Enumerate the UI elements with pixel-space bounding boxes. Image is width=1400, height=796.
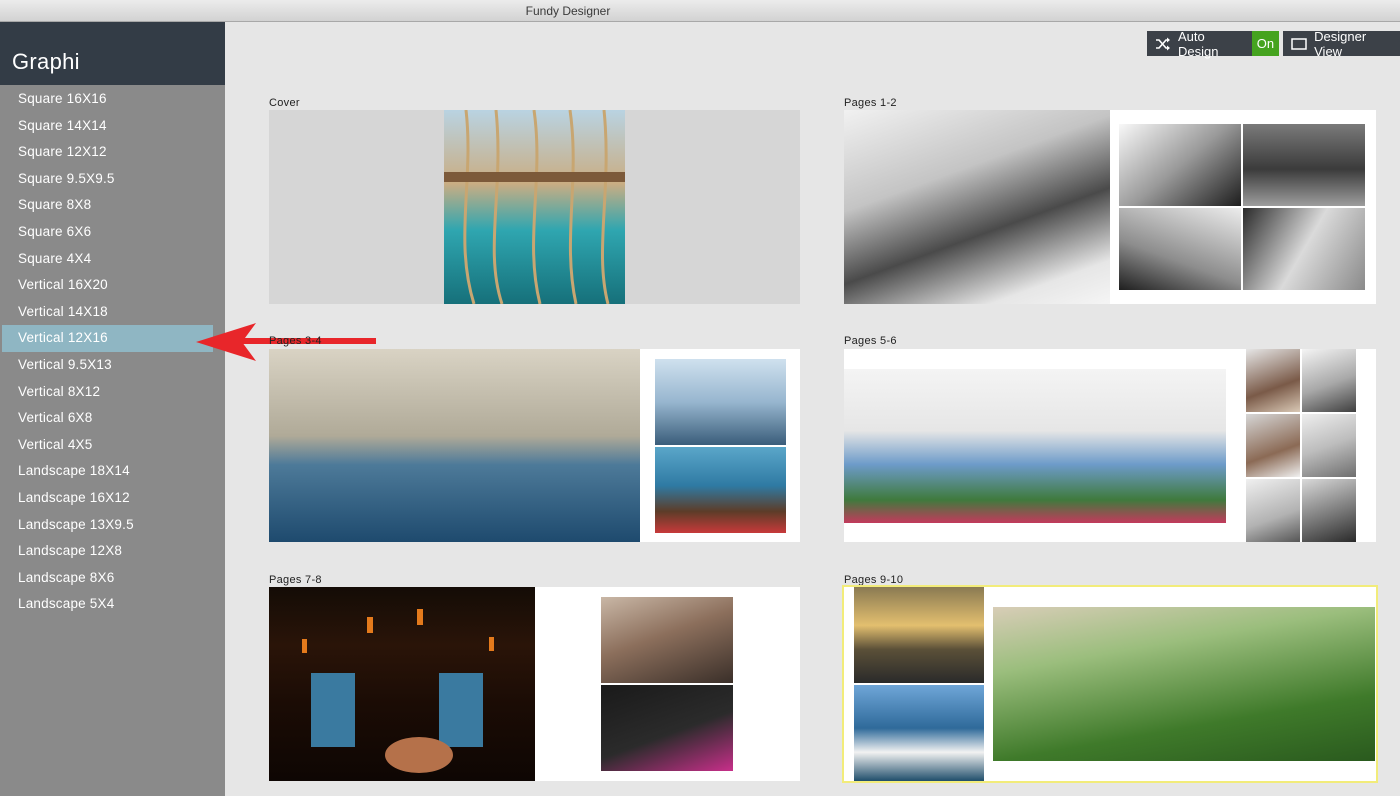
size-item-square-4x4[interactable]: Square 4X4 (2, 246, 213, 273)
photo-couple-deck[interactable] (655, 359, 786, 445)
spread-pages-7-8[interactable] (269, 587, 800, 781)
photo-kids-helm[interactable] (655, 447, 786, 533)
size-item-vertical-16x20[interactable]: Vertical 16X20 (2, 272, 213, 299)
photo-detail-3[interactable] (1246, 414, 1300, 477)
photo-bw-3[interactable] (1119, 208, 1241, 290)
size-item-square-12x12[interactable]: Square 12X12 (2, 139, 213, 166)
spread-label-pages-1-2: Pages 1-2 (844, 97, 897, 109)
size-item-vertical-4x5[interactable]: Vertical 4X5 (2, 432, 213, 459)
album-size-sidebar: Graphi Square 16X16 Square 14X14 Square … (0, 22, 225, 796)
size-item-square-6x6[interactable]: Square 6X6 (2, 219, 213, 246)
monitor-icon (1291, 37, 1307, 50)
photo-man-bow[interactable] (854, 685, 984, 781)
size-item-square-9.5x9.5[interactable]: Square 9.5X9.5 (2, 166, 213, 193)
sidebar-title: Graphi (0, 22, 225, 85)
window-titlebar: Fundy Designer (0, 0, 1400, 22)
spread-label-pages-9-10: Pages 9-10 (844, 574, 904, 586)
photo-detail-5[interactable] (1246, 479, 1300, 542)
photo-father-child[interactable] (844, 110, 1110, 304)
room-windows (302, 609, 494, 773)
size-item-landscape-13x9.5[interactable]: Landscape 13X9.5 (2, 512, 213, 539)
rope-lines (444, 110, 625, 304)
spread-label-pages-7-8: Pages 7-8 (269, 574, 322, 586)
spread-pages-1-2[interactable] (844, 110, 1376, 304)
designer-view-label: Designer View (1314, 28, 1367, 59)
photo-pirate-fabric[interactable] (601, 685, 733, 771)
size-item-vertical-9.5x13[interactable]: Vertical 9.5X13 (2, 352, 213, 379)
photo-detail-2[interactable] (1302, 349, 1356, 412)
shuffle-icon (1155, 37, 1171, 51)
window-title: Fundy Designer (525, 4, 611, 18)
size-item-landscape-18x14[interactable]: Landscape 18X14 (2, 458, 213, 485)
spread-label-cover: Cover (269, 97, 300, 109)
spread-pages-9-10[interactable] (842, 585, 1378, 783)
photo-detail-1[interactable] (1246, 349, 1300, 412)
size-item-landscape-16x12[interactable]: Landscape 16X12 (2, 485, 213, 512)
designer-view-button[interactable]: Designer View (1283, 28, 1400, 59)
spread-label-pages-5-6: Pages 5-6 (844, 335, 897, 347)
size-item-vertical-8x12[interactable]: Vertical 8X12 (2, 379, 213, 406)
photo-detail-6[interactable] (1302, 479, 1356, 542)
spread-pages-5-6[interactable] (844, 349, 1376, 542)
photo-sunset-sea[interactable] (854, 587, 984, 683)
photo-groomsmen[interactable] (844, 369, 1226, 523)
photo-bw-2[interactable] (1243, 124, 1365, 206)
size-item-square-14x14[interactable]: Square 14X14 (2, 113, 213, 140)
size-item-vertical-14x18[interactable]: Vertical 14X18 (2, 299, 213, 326)
size-item-vertical-6x8[interactable]: Vertical 6X8 (2, 405, 213, 432)
photo-mirror[interactable] (601, 597, 733, 683)
cover-photo[interactable] (444, 110, 625, 304)
size-item-landscape-8x6[interactable]: Landscape 8X6 (2, 565, 213, 592)
auto-design-toggle[interactable]: On (1251, 31, 1280, 56)
spread-cover[interactable] (269, 110, 800, 304)
photo-bw-4[interactable] (1243, 208, 1365, 290)
photo-dark-room[interactable] (269, 587, 535, 781)
size-item-vertical-12x16[interactable]: Vertical 12X16 (2, 325, 213, 352)
view-toolbar: Auto Design On Designer View (1147, 28, 1400, 59)
size-item-landscape-5x4[interactable]: Landscape 5X4 (2, 591, 213, 618)
auto-design-button[interactable]: Auto Design (1147, 28, 1252, 59)
size-item-landscape-12x8[interactable]: Landscape 12X8 (2, 538, 213, 565)
size-item-square-16x16[interactable]: Square 16X16 (2, 86, 213, 113)
photo-bw-1[interactable] (1119, 124, 1241, 206)
photo-beach-yoga[interactable] (993, 607, 1375, 761)
spread-label-pages-3-4: Pages 3-4 (269, 335, 322, 347)
album-size-list: Square 16X16 Square 14X14 Square 12X12 S… (0, 85, 225, 618)
size-item-square-8x8[interactable]: Square 8X8 (2, 192, 213, 219)
photo-detail-4[interactable] (1302, 414, 1356, 477)
spread-pages-3-4[interactable] (269, 349, 800, 542)
auto-design-label: Auto Design (1178, 28, 1219, 59)
photo-sailboat-couple[interactable] (269, 349, 640, 542)
